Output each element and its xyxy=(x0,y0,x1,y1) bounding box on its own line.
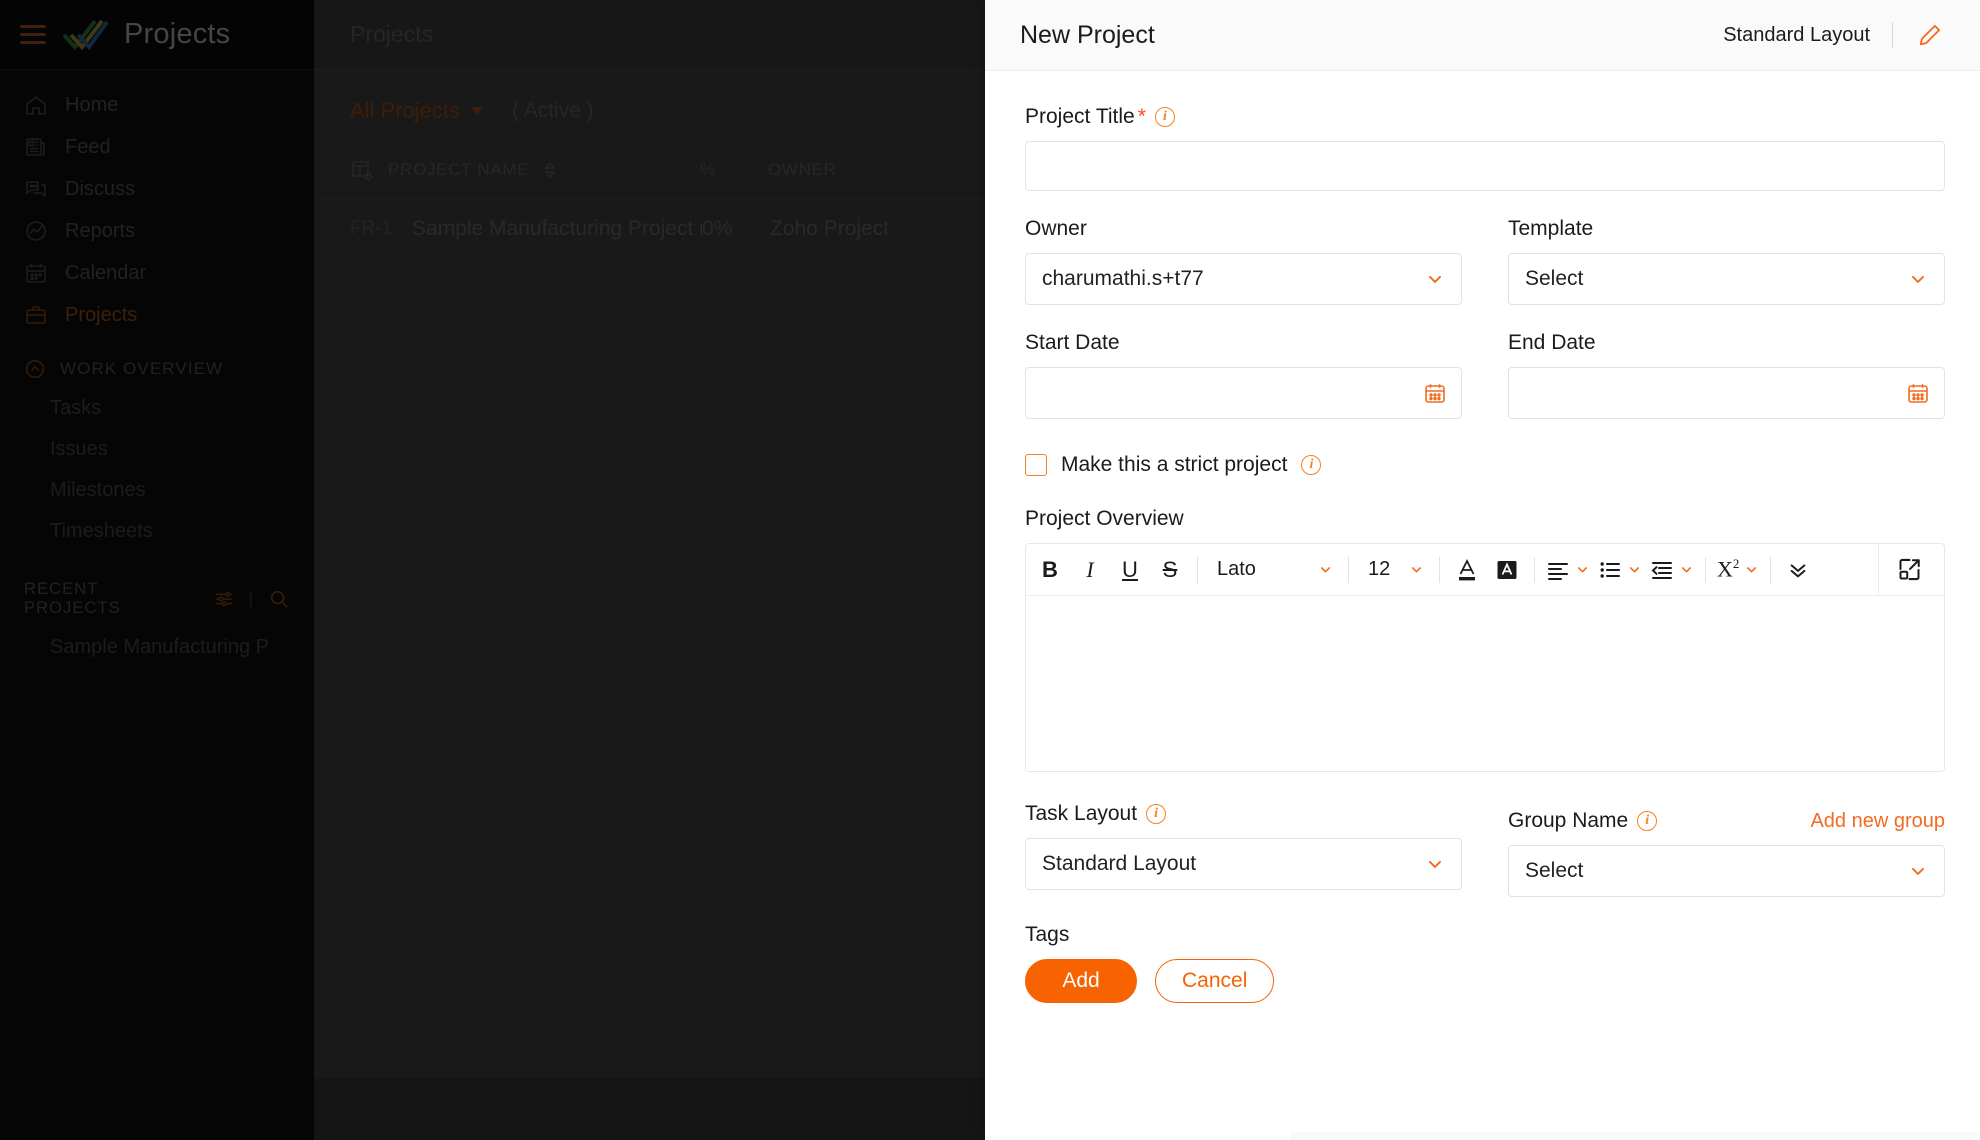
chevron-down-icon xyxy=(1318,562,1333,577)
chevron-down-icon xyxy=(1425,854,1445,874)
rich-text-editor: B I U S Lato 12 X2 xyxy=(1025,543,1945,772)
header-divider xyxy=(1892,22,1893,48)
task-layout-select[interactable]: Standard Layout xyxy=(1025,838,1462,890)
expand-fullscreen-icon[interactable] xyxy=(1878,544,1940,596)
info-circle-icon[interactable]: i xyxy=(1146,804,1167,824)
highlight-background-A-icon[interactable] xyxy=(1487,544,1527,596)
panel-title: New Project xyxy=(1020,20,1155,49)
add-button[interactable]: Add xyxy=(1025,959,1137,1003)
indent-dropdown[interactable] xyxy=(1646,544,1698,596)
chevron-down-icon xyxy=(1425,269,1445,289)
font-color-A-icon[interactable] xyxy=(1447,544,1487,596)
panel-body: Project Title* i Owner charumathi.s+t77 xyxy=(985,71,1980,1140)
field-template: Template Select xyxy=(1508,217,1945,305)
indent-decrease-icon xyxy=(1650,558,1674,582)
owner-label: Owner xyxy=(1025,217,1087,240)
start-date-label: Start Date xyxy=(1025,331,1120,354)
task-layout-label-text: Task Layout xyxy=(1025,802,1138,825)
project-overview-textarea[interactable] xyxy=(1026,596,1944,771)
toolbar-divider xyxy=(1197,556,1198,583)
cancel-button[interactable]: Cancel xyxy=(1155,959,1275,1003)
project-title-input[interactable] xyxy=(1025,141,1945,191)
tags-label: Tags xyxy=(1025,923,1070,946)
strict-project-label: Make this a strict project xyxy=(1061,453,1288,476)
italic-button[interactable]: I xyxy=(1070,544,1110,596)
info-circle-icon[interactable]: i xyxy=(1301,455,1322,475)
bold-button[interactable]: B xyxy=(1030,544,1070,596)
superscript-x2-icon: X2 xyxy=(1717,556,1740,582)
field-group-name: Group Name i Add new group Select xyxy=(1508,802,1945,897)
toolbar-divider xyxy=(1705,556,1706,583)
align-dropdown[interactable] xyxy=(1542,544,1594,596)
field-project-overview: Project Overview B I U S Lato 12 X2 xyxy=(1025,507,1945,772)
field-task-layout: Task Layout i Standard Layout xyxy=(1025,802,1462,897)
info-circle-icon[interactable]: i xyxy=(1637,811,1658,831)
owner-value: charumathi.s+t77 xyxy=(1042,267,1204,290)
calendar-icon[interactable] xyxy=(1423,381,1447,405)
layout-name-label: Standard Layout xyxy=(1723,23,1870,46)
bulleted-list-icon xyxy=(1598,558,1622,582)
font-family-value: Lato xyxy=(1217,558,1256,580)
panel-footer-strip xyxy=(1290,1132,1980,1140)
chevron-down-icon xyxy=(1908,269,1928,289)
toolbar-divider xyxy=(1534,556,1535,583)
template-select[interactable]: Select xyxy=(1508,253,1945,305)
font-family-select[interactable]: Lato xyxy=(1205,544,1341,596)
font-size-value: 12 xyxy=(1368,558,1391,580)
strict-project-checkbox[interactable] xyxy=(1025,454,1047,476)
app-root: Projects Home Feed xyxy=(0,0,1980,1140)
field-start-date: Start Date xyxy=(1025,331,1462,419)
group-name-header: Group Name i Add new group xyxy=(1508,809,1945,833)
project-overview-label: Project Overview xyxy=(1025,507,1184,530)
chevron-double-down-icon[interactable] xyxy=(1778,544,1818,596)
pencil-edit-icon[interactable] xyxy=(1915,20,1945,50)
project-title-label: Project Title * i xyxy=(1025,105,1945,129)
add-new-group-link[interactable]: Add new group xyxy=(1810,810,1945,833)
chevron-down-icon xyxy=(1744,562,1759,577)
calendar-icon[interactable] xyxy=(1906,381,1930,405)
field-project-title: Project Title * i xyxy=(1025,105,1945,191)
group-name-select[interactable]: Select xyxy=(1508,845,1945,897)
toolbar-divider xyxy=(1439,556,1440,583)
info-circle-icon[interactable]: i xyxy=(1154,107,1175,127)
superscript-dropdown[interactable]: X2 xyxy=(1713,544,1763,596)
new-project-panel: New Project Standard Layout Project Titl… xyxy=(985,0,1980,1140)
chevron-down-icon xyxy=(1679,562,1694,577)
required-marker: * xyxy=(1137,105,1146,128)
chevron-down-icon xyxy=(1575,562,1590,577)
task-layout-label: Task Layout i xyxy=(1025,802,1462,826)
field-end-date: End Date xyxy=(1508,331,1945,419)
owner-select[interactable]: charumathi.s+t77 xyxy=(1025,253,1462,305)
panel-header: New Project Standard Layout xyxy=(985,0,1980,71)
group-name-value: Select xyxy=(1525,859,1584,882)
toolbar-divider xyxy=(1348,556,1349,583)
field-owner: Owner charumathi.s+t77 xyxy=(1025,217,1462,305)
chevron-down-icon xyxy=(1409,562,1424,577)
list-dropdown[interactable] xyxy=(1594,544,1646,596)
template-value: Select xyxy=(1525,267,1584,290)
task-layout-value: Standard Layout xyxy=(1042,852,1197,875)
start-date-input[interactable] xyxy=(1025,367,1462,419)
chevron-down-icon xyxy=(1908,861,1928,881)
group-name-label: Group Name i xyxy=(1508,809,1658,833)
template-label: Template xyxy=(1508,217,1594,240)
group-name-label-text: Group Name xyxy=(1508,809,1629,832)
font-size-select[interactable]: 12 xyxy=(1356,544,1432,596)
align-left-icon xyxy=(1546,558,1570,582)
modal-backdrop[interactable] xyxy=(0,0,985,1140)
strikethrough-button[interactable]: S xyxy=(1150,544,1190,596)
chevron-down-icon xyxy=(1627,562,1642,577)
end-date-input[interactable] xyxy=(1508,367,1945,419)
panel-actions: Add Cancel xyxy=(1025,959,1945,1003)
strict-project-row[interactable]: Make this a strict project i xyxy=(1025,453,1945,477)
underline-button[interactable]: U xyxy=(1110,544,1150,596)
toolbar-divider xyxy=(1770,556,1772,583)
project-title-label-text: Project Title xyxy=(1025,105,1135,128)
end-date-label: End Date xyxy=(1508,331,1596,354)
editor-toolbar: B I U S Lato 12 X2 xyxy=(1026,544,1944,596)
